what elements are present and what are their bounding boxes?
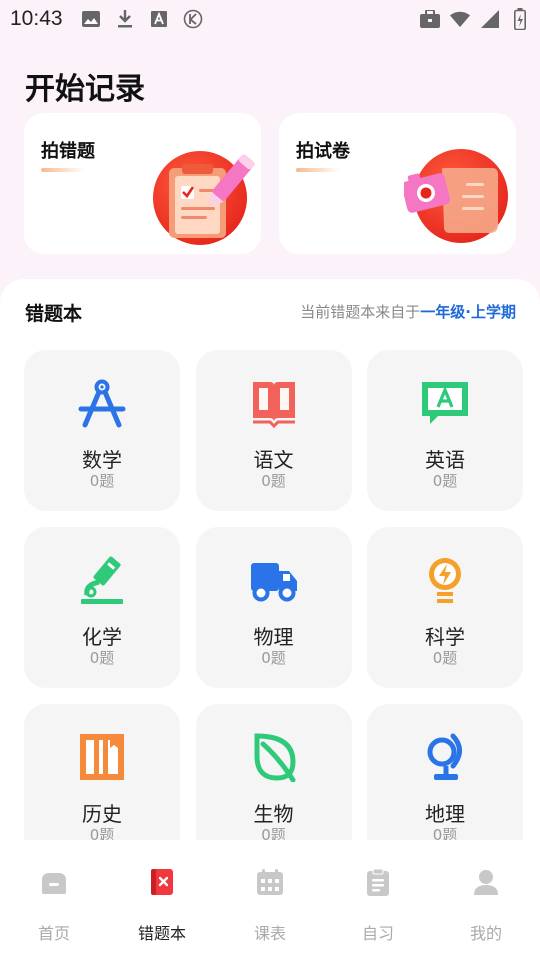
tab-label: 错题本	[137, 924, 186, 943]
wrong-book-title: 错题本	[25, 303, 83, 325]
subject-name: 地理	[425, 802, 465, 826]
subject-name: 生物	[253, 802, 294, 826]
subject-count: 0题	[89, 472, 115, 490]
clipboard-pencil-icon	[153, 151, 255, 245]
record-card-underline	[296, 168, 340, 172]
tab-label: 首页	[37, 924, 70, 943]
subject-count: 0题	[432, 826, 458, 840]
subject-grid: 数学 0题 语文 0题 英语 0题 化学 0题 物理 0题 科学 0题 历史 0…	[24, 350, 523, 840]
image-icon	[81, 9, 101, 29]
microscope-icon	[81, 556, 123, 604]
tab-label: 自习	[361, 924, 394, 943]
leaf-icon	[254, 733, 296, 782]
source-prefix: 当前错题本来自于	[300, 303, 421, 321]
history-book-icon	[80, 734, 124, 780]
subject-name: 数学	[82, 448, 122, 472]
tab-label: 我的	[469, 924, 502, 943]
subject-count: 0题	[432, 472, 458, 490]
subject-name: 科学	[425, 625, 465, 649]
subject-card-chinese[interactable]: 语文 0题	[195, 350, 352, 511]
subject-card-chemistry[interactable]: 化学 0题	[24, 527, 180, 688]
subject-count: 0题	[261, 472, 286, 490]
calendar-icon	[257, 869, 283, 895]
subject-name: 化学	[82, 625, 122, 649]
briefcase-icon	[420, 9, 440, 29]
subject-name: 语文	[253, 448, 294, 472]
lightbulb-icon	[429, 558, 461, 603]
subject-card-biology[interactable]: 生物 0题	[195, 704, 352, 840]
signal-icon	[480, 9, 500, 29]
page-title: 开始记录	[25, 72, 145, 107]
record-wrong-question-card[interactable]: 拍错题	[24, 113, 261, 254]
record-card-underline	[41, 168, 85, 172]
subject-name: 物理	[253, 625, 294, 649]
subject-count: 0题	[89, 649, 115, 667]
truck-icon	[250, 563, 297, 602]
subject-count: 0题	[432, 649, 458, 667]
record-card-label: 拍错题	[41, 141, 95, 162]
wrong-book-source: 当前错题本来自于一年级·上学期	[300, 301, 516, 322]
wrong-book-panel: 错题本 当前错题本来自于一年级·上学期 数学 0题 语文 0题 英语 0题 化学…	[0, 279, 540, 840]
battery-charging-icon	[510, 8, 530, 30]
home-icon	[42, 873, 66, 894]
status-icons-right	[420, 8, 530, 30]
download-icon	[115, 9, 135, 29]
subject-count: 0题	[89, 826, 115, 840]
tab-schedule[interactable]: 课表	[216, 840, 324, 960]
tab-self-study[interactable]: 自习	[324, 840, 432, 960]
subject-name: 历史	[82, 802, 122, 826]
subject-count: 0题	[261, 826, 286, 840]
tab-home[interactable]: 首页	[0, 840, 108, 960]
clipboard-icon	[367, 868, 389, 896]
a-badge-icon	[149, 9, 169, 29]
subject-count: 0题	[261, 649, 286, 667]
record-exam-paper-card[interactable]: 拍试卷	[279, 113, 516, 254]
status-bar: 10:43	[0, 0, 540, 38]
globe-icon	[427, 733, 462, 780]
subject-card-physics[interactable]: 物理 0题	[195, 527, 352, 688]
subject-card-math[interactable]: 数学 0题	[24, 350, 180, 511]
bottom-tab-bar: 首页 错题本 课表 自习 我的	[0, 840, 540, 960]
status-time: 10:43	[10, 7, 63, 30]
subject-card-english[interactable]: 英语 0题	[367, 350, 523, 511]
subject-name: 英语	[425, 448, 465, 472]
wrong-book-icon	[151, 869, 173, 895]
subject-card-history[interactable]: 历史 0题	[24, 704, 180, 840]
camera-paper-icon	[404, 149, 508, 243]
subject-card-geography[interactable]: 地理 0题	[367, 704, 523, 840]
compass-icon	[78, 379, 126, 428]
wifi-icon	[450, 9, 470, 29]
tab-mine[interactable]: 我的	[432, 840, 540, 960]
subject-card-science[interactable]: 科学 0题	[367, 527, 523, 688]
letter-a-board-icon	[422, 382, 468, 424]
tab-label: 课表	[253, 924, 286, 943]
k-circle-icon	[183, 9, 203, 29]
status-icons-left	[81, 9, 203, 29]
tab-wrong-book[interactable]: 错题本	[108, 840, 216, 960]
grade-semester-link[interactable]: 一年级·上学期	[420, 303, 516, 321]
user-icon	[474, 870, 498, 895]
record-card-label: 拍试卷	[296, 141, 350, 162]
book-icon	[252, 382, 295, 428]
